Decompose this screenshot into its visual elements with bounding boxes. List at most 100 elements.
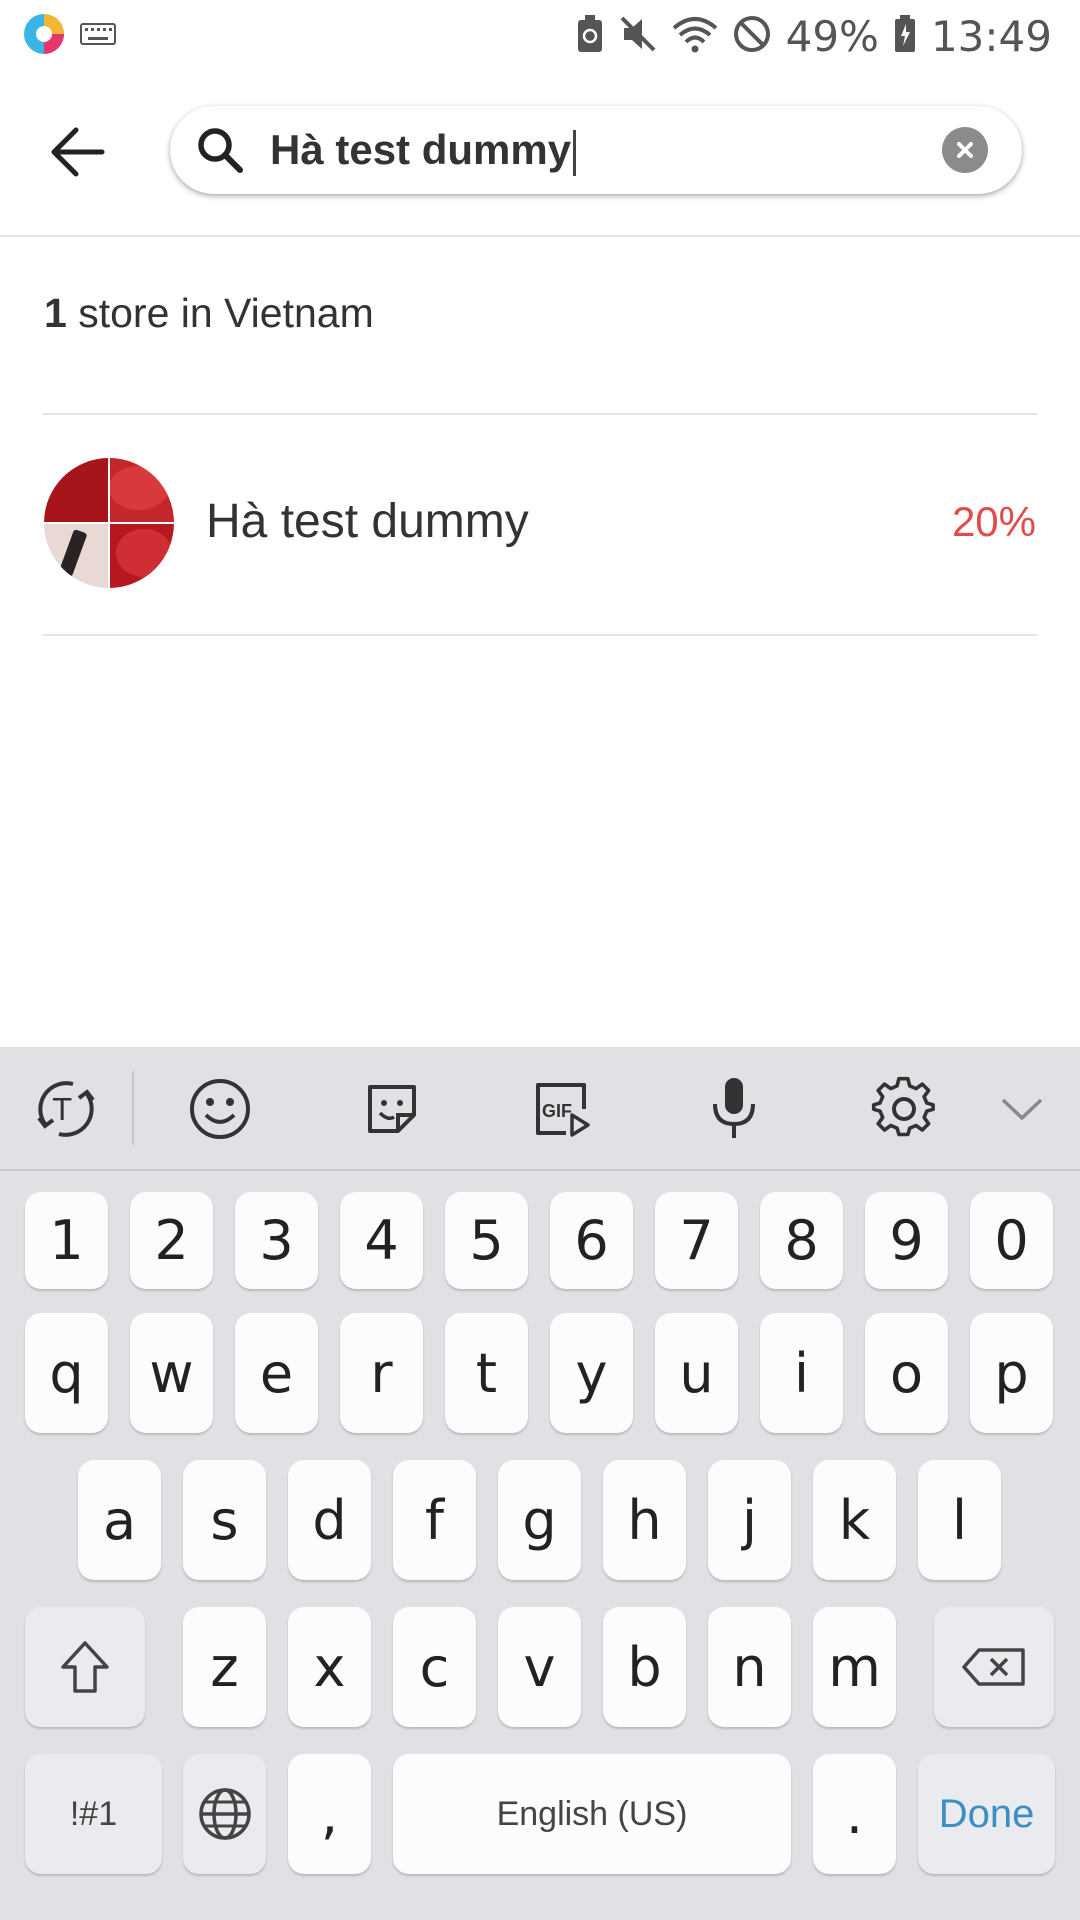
search-field[interactable]: Hà test dummy: [170, 106, 1022, 194]
backspace-key[interactable]: [934, 1607, 1054, 1727]
store-list-item[interactable]: Hà test dummy 20%: [0, 414, 1080, 634]
key-u[interactable]: u: [655, 1313, 738, 1433]
key-6-label: 6: [574, 1209, 609, 1272]
key-z[interactable]: z: [183, 1607, 266, 1727]
key-l[interactable]: l: [918, 1460, 1001, 1580]
key-c[interactable]: c: [393, 1607, 476, 1727]
key-9[interactable]: 9: [865, 1192, 948, 1289]
do-not-disturb-icon: [732, 14, 772, 59]
svg-text:GIF: GIF: [542, 1101, 572, 1121]
key-f-label: f: [424, 1488, 444, 1552]
text-recognition-icon: T: [37, 1081, 95, 1137]
key-h[interactable]: h: [603, 1460, 686, 1580]
collapse-keyboard-button[interactable]: [984, 1071, 1060, 1147]
clear-icon: [957, 142, 973, 158]
key-y-label: y: [575, 1341, 608, 1405]
key-p[interactable]: p: [970, 1313, 1053, 1433]
key-x[interactable]: x: [288, 1607, 371, 1727]
key-k[interactable]: k: [813, 1460, 896, 1580]
key-d-label: d: [312, 1488, 347, 1552]
settings-button[interactable]: [866, 1071, 942, 1147]
back-button[interactable]: [38, 112, 118, 192]
battery-icon: [893, 14, 917, 59]
key-6[interactable]: 6: [550, 1192, 633, 1289]
store-discount: 20%: [951, 498, 1036, 545]
toolbar-separator: [132, 1071, 134, 1145]
key-g[interactable]: g: [498, 1460, 581, 1580]
key-w-label: w: [149, 1341, 194, 1405]
microphone-icon: [713, 1078, 755, 1138]
keyboard-icon: [80, 22, 116, 50]
key-s-label: s: [210, 1488, 239, 1552]
microphone-button[interactable]: [696, 1071, 772, 1147]
key-b[interactable]: b: [603, 1607, 686, 1727]
key-a[interactable]: a: [78, 1460, 161, 1580]
key-7[interactable]: 7: [655, 1192, 738, 1289]
key-q-label: q: [49, 1341, 84, 1405]
symbols-key[interactable]: !#1: [25, 1754, 162, 1874]
status-bar: 49% 13:49: [0, 0, 1080, 72]
key-m-label: m: [828, 1635, 881, 1699]
key-7-label: 7: [679, 1209, 714, 1272]
key-n[interactable]: n: [708, 1607, 791, 1727]
key-0[interactable]: 0: [970, 1192, 1053, 1289]
search-input[interactable]: Hà test dummy: [270, 106, 577, 194]
key-4[interactable]: 4: [340, 1192, 423, 1289]
collapse-icon: [1001, 1098, 1043, 1121]
key-i-label: i: [793, 1341, 809, 1405]
key-d[interactable]: d: [288, 1460, 371, 1580]
clock: 13:49: [930, 11, 1052, 61]
key-y[interactable]: y: [550, 1313, 633, 1433]
store-avatar: [44, 458, 174, 588]
shift-key[interactable]: [25, 1607, 145, 1727]
key-m[interactable]: m: [813, 1607, 896, 1727]
comma-key[interactable]: ,: [288, 1754, 371, 1874]
key-9-label: 9: [889, 1209, 924, 1272]
period-key[interactable]: .: [813, 1754, 896, 1874]
key-f[interactable]: f: [393, 1460, 476, 1580]
key-a-label: a: [102, 1488, 137, 1552]
key-q[interactable]: q: [25, 1313, 108, 1433]
key-r[interactable]: r: [340, 1313, 423, 1433]
key-e-label: e: [259, 1341, 294, 1405]
svg-text:T: T: [52, 1093, 72, 1128]
store-name: Hà test dummy: [206, 495, 529, 548]
key-i[interactable]: i: [760, 1313, 843, 1433]
results-count-label: store in Vietnam: [78, 290, 374, 336]
key-8[interactable]: 8: [760, 1192, 843, 1289]
key-v[interactable]: v: [498, 1607, 581, 1727]
key-j-label: j: [741, 1488, 757, 1552]
sticker-button[interactable]: [354, 1071, 430, 1147]
settings-icon: [871, 1076, 935, 1137]
period-key-label: .: [845, 1782, 864, 1846]
key-c-label: c: [419, 1635, 450, 1699]
key-o[interactable]: o: [865, 1313, 948, 1433]
text-cursor: [573, 129, 577, 176]
key-4-label: 4: [364, 1209, 399, 1272]
key-e[interactable]: e: [235, 1313, 318, 1433]
keyboard-toolbar: T GIF: [0, 1047, 1080, 1171]
key-2[interactable]: 2: [130, 1192, 213, 1289]
key-1-label: 1: [49, 1209, 84, 1272]
key-z-label: z: [210, 1635, 239, 1699]
key-s[interactable]: s: [183, 1460, 266, 1580]
done-key[interactable]: Done: [918, 1754, 1055, 1874]
gif-button[interactable]: GIF: [524, 1071, 600, 1147]
sticker-icon: [368, 1085, 416, 1133]
clear-button[interactable]: [942, 127, 988, 173]
key-j[interactable]: j: [708, 1460, 791, 1580]
space-key[interactable]: English (US): [393, 1754, 791, 1874]
globe-icon: [198, 1788, 251, 1840]
emoji-button[interactable]: [182, 1071, 258, 1147]
key-5[interactable]: 5: [445, 1192, 528, 1289]
results-count: 1 store in Vietnam: [44, 290, 374, 337]
key-t[interactable]: t: [445, 1313, 528, 1433]
key-1[interactable]: 1: [25, 1192, 108, 1289]
wifi-icon: [672, 14, 718, 59]
search-query: Hà test dummy: [270, 126, 572, 173]
text-recognition-button[interactable]: T: [28, 1071, 104, 1147]
language-key[interactable]: [183, 1754, 266, 1874]
key-u-label: u: [679, 1341, 714, 1405]
key-3[interactable]: 3: [235, 1192, 318, 1289]
key-w[interactable]: w: [130, 1313, 213, 1433]
